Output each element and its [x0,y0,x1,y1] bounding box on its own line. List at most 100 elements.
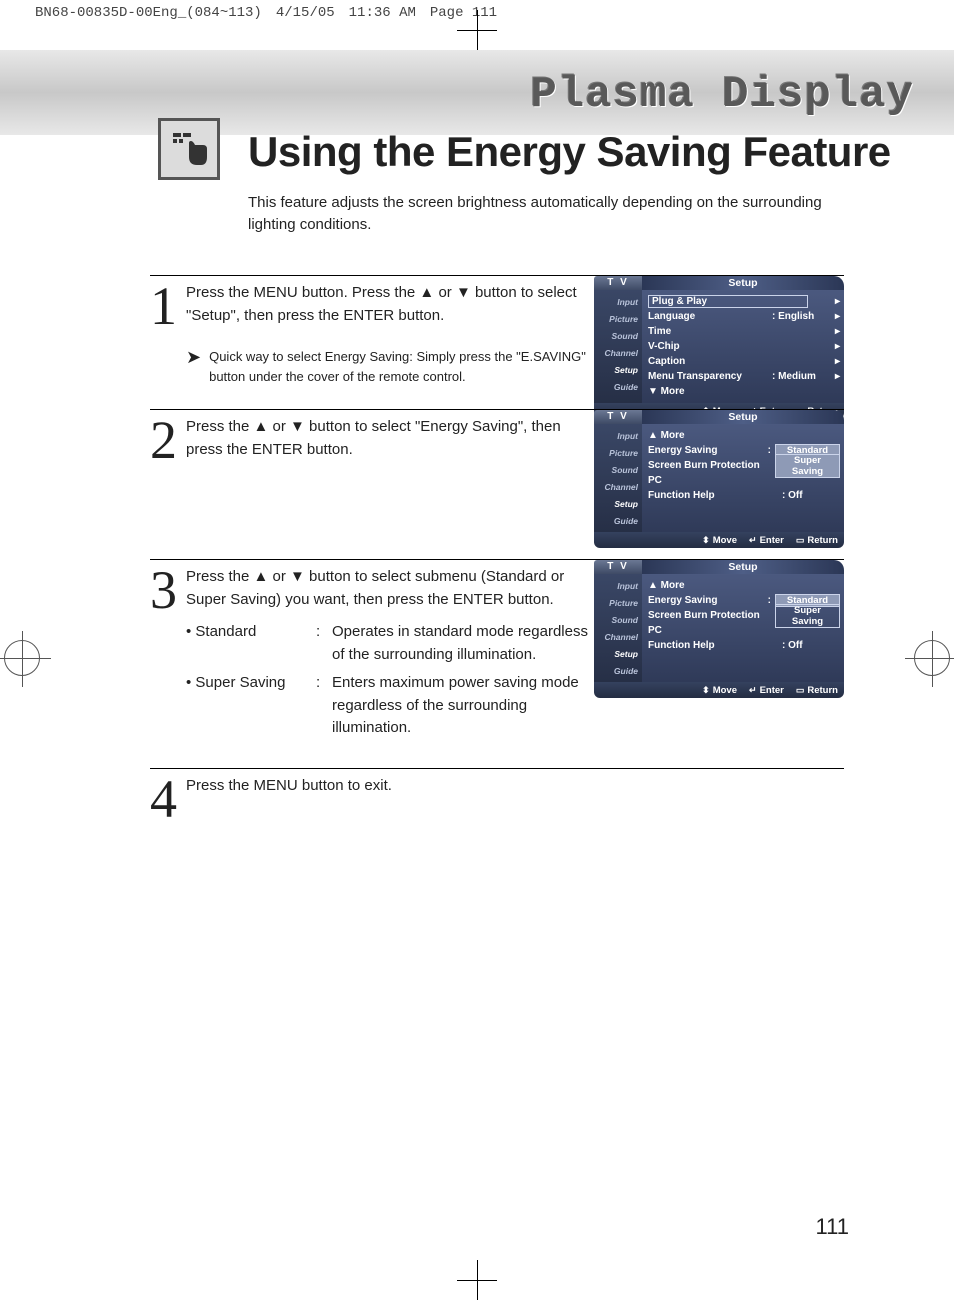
osd-row-burn: Screen Burn Protection [648,460,771,471]
osd-side-input: Input [596,577,640,594]
osd-option-supersaving: Super Saving [775,454,840,478]
print-header: BN68-00835D-00Eng_(084~113) 4/15/05 11:3… [35,5,497,21]
arrow-right-icon: ➤ [186,347,201,387]
osd-tv-label: T V [594,560,642,574]
osd-row-help: Function Help [648,490,778,501]
step-2: 2 Press the ▲ or ▼ button to select "Ene… [150,409,844,559]
osd-row-plugplay: Plug & Play [648,295,808,308]
osd-footer-enter: Enter [749,535,784,546]
step-number: 1 [150,282,186,387]
chevron-right-icon: ▸ [830,311,840,322]
osd-row-vchip: V-Chip [648,341,768,352]
chevron-right-icon: ▸ [830,296,840,307]
chevron-right-icon: ▸ [830,326,840,337]
osd-row-language: Language [648,311,768,322]
quick-tip-text: Quick way to select Energy Saving: Simpl… [209,347,594,387]
osd-val-language: : English [768,311,830,322]
osd-side-channel: Channel [596,344,640,361]
osd-content: ▲ More Energy Saving : Standard Screen B… [642,574,844,682]
osd-content: Plug & Play▸ Language: English▸ Time▸ V-… [642,290,844,403]
osd-side-channel: Channel [596,478,640,495]
osd-val-transparency: : Medium [768,371,830,382]
registration-mark-icon [4,640,40,676]
page-number: 111 [816,1214,849,1240]
step-1: 1 Press the MENU button. Press the ▲ or … [150,275,844,409]
osd-side-input: Input [596,427,640,444]
print-time: 11:36 AM [349,5,416,21]
osd-row-burn: Screen Burn Protection [648,610,771,621]
step-number: 3 [150,566,186,746]
osd-row-transparency: Menu Transparency [648,371,768,382]
osd-footer-move: Move [702,535,737,546]
quick-tip: ➤ Quick way to select Energy Saving: Sim… [186,347,594,387]
step-4: 4 Press the MENU button to exit. [150,768,844,846]
osd-title: Setup [642,560,844,574]
registration-mark-icon [914,640,950,676]
osd-val-help: : Off [778,640,840,651]
step-3: 3 Press the ▲ or ▼ button to select subm… [150,559,844,768]
step-text: Press the ▲ or ▼ button to select submen… [186,566,594,611]
osd-title: Setup [642,276,844,290]
osd-side-guide: Guide [596,512,640,529]
osd-option-supersaving: Super Saving [775,604,840,628]
osd-row-time: Time [648,326,768,337]
osd-footer-return: Return [796,685,838,696]
osd-footer-enter: Enter [749,685,784,696]
osd-side-sound: Sound [596,327,640,344]
chevron-right-icon: ▸ [830,341,840,352]
bullet-supersaving-desc: Enters maximum power saving mode regardl… [332,672,594,740]
osd-side-input: Input [596,293,640,310]
osd-footer-return: Return [796,535,838,546]
osd-footer: Move Enter Return [594,682,844,698]
osd-menu-1: T V Setup Input Picture Sound Channel Se… [594,276,844,419]
osd-tv-label: T V [594,276,642,290]
step-bullets: • Standard : Operates in standard mode r… [186,621,594,740]
osd-side-picture: Picture [596,444,640,461]
osd-sidebar: Input Picture Sound Channel Setup Guide [594,424,642,532]
osd-row-pc: PC [648,475,840,486]
step-number: 4 [150,775,186,824]
osd-sidebar: Input Picture Sound Channel Setup Guide [594,290,642,403]
osd-colon: : [768,445,771,456]
osd-title: Setup [642,410,844,424]
banner-title: Plasma Display [0,70,914,120]
bullet-standard-desc: Operates in standard mode regardless of … [332,621,594,666]
osd-row-pc: PC [648,625,840,636]
osd-side-sound: Sound [596,611,640,628]
print-date: 4/15/05 [276,5,335,21]
hand-press-icon [158,118,220,180]
osd-colon: : [768,595,771,606]
osd-footer: Move Enter Return [594,532,844,548]
osd-row-more: ▲ More [648,580,840,591]
page-title: Using the Energy Saving Feature [248,128,891,176]
osd-menu-3: T V Setup Input Picture Sound Channel Se… [594,560,844,698]
osd-row-energy: Energy Saving [648,595,768,606]
osd-side-setup: Setup [596,645,640,662]
osd-sidebar: Input Picture Sound Channel Setup Guide [594,574,642,682]
osd-side-picture: Picture [596,594,640,611]
osd-side-guide: Guide [596,378,640,395]
step-text: Press the MENU button. Press the ▲ or ▼ … [186,282,594,327]
osd-side-channel: Channel [596,628,640,645]
step-number: 2 [150,416,186,537]
osd-tv-label: T V [594,410,642,424]
osd-row-more: ▼ More [648,386,840,397]
osd-side-picture: Picture [596,310,640,327]
print-doc: BN68-00835D-00Eng_(084~113) [35,5,262,21]
osd-row-caption: Caption [648,356,768,367]
osd-side-guide: Guide [596,662,640,679]
osd-content: ▲ More Energy Saving : Standard Screen B… [642,424,844,532]
crop-mark-icon [457,1260,497,1300]
crop-mark-icon [457,10,497,50]
steps-container: 1 Press the MENU button. Press the ▲ or … [150,275,844,845]
osd-menu-2: T V Setup Input Picture Sound Channel Se… [594,410,844,548]
osd-row-help: Function Help [648,640,778,651]
chevron-right-icon: ▸ [830,371,840,382]
osd-side-setup: Setup [596,495,640,512]
osd-side-sound: Sound [596,461,640,478]
osd-row-more: ▲ More [648,430,840,441]
bullet-supersaving-label: • Super Saving [186,672,316,740]
step-text: Press the MENU button to exit. [186,775,844,798]
step-text: Press the ▲ or ▼ button to select "Energ… [186,416,594,461]
osd-footer-move: Move [702,685,737,696]
